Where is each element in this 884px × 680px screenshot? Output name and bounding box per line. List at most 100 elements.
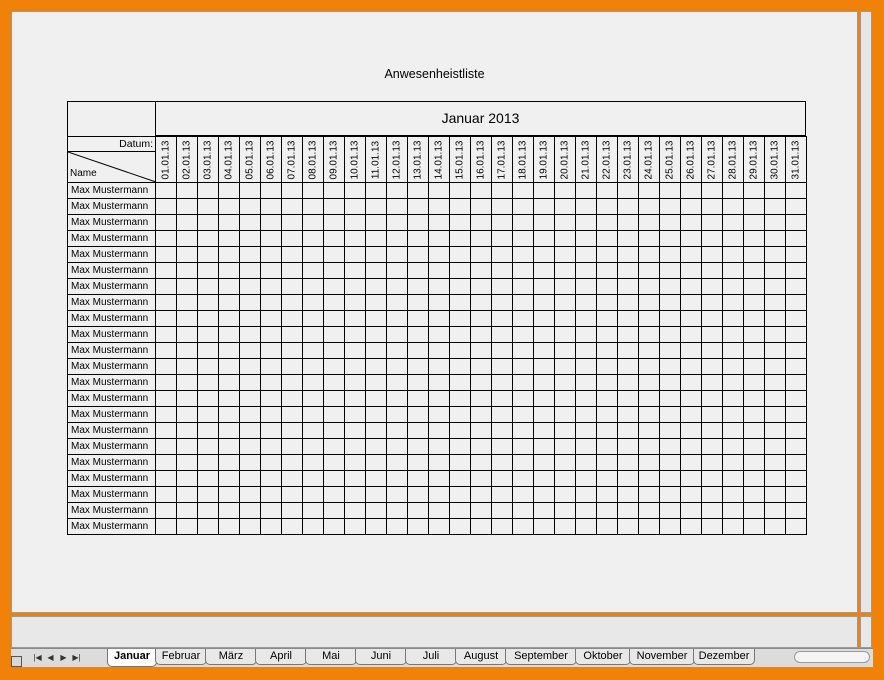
attendance-cell[interactable] bbox=[155, 471, 176, 487]
next-sheet-icon[interactable]: ▶ bbox=[57, 651, 70, 664]
attendance-cell[interactable] bbox=[386, 295, 407, 311]
attendance-cell[interactable] bbox=[365, 183, 386, 199]
attendance-cell[interactable] bbox=[344, 215, 365, 231]
sheet-tab-6[interactable]: Juli bbox=[405, 649, 457, 665]
attendance-cell[interactable] bbox=[554, 487, 575, 503]
attendance-cell[interactable] bbox=[260, 375, 281, 391]
date-header-cell[interactable]: 16.01.13 bbox=[470, 136, 491, 183]
attendance-cell[interactable] bbox=[701, 391, 722, 407]
attendance-cell[interactable] bbox=[512, 407, 533, 423]
attendance-cell[interactable] bbox=[365, 359, 386, 375]
attendance-cell[interactable] bbox=[218, 311, 239, 327]
attendance-cell[interactable] bbox=[785, 439, 806, 455]
attendance-cell[interactable] bbox=[155, 375, 176, 391]
attendance-cell[interactable] bbox=[554, 423, 575, 439]
attendance-cell[interactable] bbox=[386, 407, 407, 423]
attendance-cell[interactable] bbox=[218, 343, 239, 359]
attendance-cell[interactable] bbox=[638, 391, 659, 407]
date-header-cell[interactable]: 12.01.13 bbox=[386, 136, 407, 183]
attendance-cell[interactable] bbox=[554, 503, 575, 519]
attendance-cell[interactable] bbox=[218, 263, 239, 279]
attendance-cell[interactable] bbox=[302, 279, 323, 295]
date-header-cell[interactable]: 02.01.13 bbox=[176, 136, 197, 183]
attendance-cell[interactable] bbox=[617, 471, 638, 487]
attendance-cell[interactable] bbox=[764, 423, 785, 439]
attendance-cell[interactable] bbox=[638, 487, 659, 503]
attendance-cell[interactable] bbox=[470, 183, 491, 199]
attendance-cell[interactable] bbox=[386, 327, 407, 343]
attendance-cell[interactable] bbox=[281, 487, 302, 503]
attendance-cell[interactable] bbox=[659, 327, 680, 343]
attendance-cell[interactable] bbox=[533, 247, 554, 263]
attendance-cell[interactable] bbox=[512, 215, 533, 231]
attendance-cell[interactable] bbox=[470, 231, 491, 247]
attendance-cell[interactable] bbox=[638, 327, 659, 343]
attendance-cell[interactable] bbox=[176, 439, 197, 455]
attendance-cell[interactable] bbox=[239, 247, 260, 263]
attendance-cell[interactable] bbox=[365, 391, 386, 407]
attendance-cell[interactable] bbox=[722, 311, 743, 327]
attendance-cell[interactable] bbox=[302, 471, 323, 487]
sheet-tab-5[interactable]: Juni bbox=[355, 649, 407, 665]
attendance-cell[interactable] bbox=[407, 231, 428, 247]
attendance-cell[interactable] bbox=[449, 423, 470, 439]
attendance-cell[interactable] bbox=[659, 423, 680, 439]
attendance-cell[interactable] bbox=[176, 231, 197, 247]
attendance-cell[interactable] bbox=[344, 279, 365, 295]
attendance-cell[interactable] bbox=[743, 295, 764, 311]
attendance-cell[interactable] bbox=[155, 487, 176, 503]
attendance-cell[interactable] bbox=[218, 183, 239, 199]
attendance-cell[interactable] bbox=[365, 455, 386, 471]
attendance-cell[interactable] bbox=[470, 311, 491, 327]
date-header-cell[interactable]: 18.01.13 bbox=[512, 136, 533, 183]
attendance-cell[interactable] bbox=[680, 231, 701, 247]
attendance-cell[interactable] bbox=[197, 263, 218, 279]
attendance-cell[interactable] bbox=[197, 183, 218, 199]
attendance-cell[interactable] bbox=[197, 343, 218, 359]
sheet-tab-8[interactable]: September bbox=[505, 649, 577, 665]
attendance-cell[interactable] bbox=[302, 247, 323, 263]
attendance-cell[interactable] bbox=[722, 471, 743, 487]
attendance-cell[interactable] bbox=[701, 487, 722, 503]
attendance-cell[interactable] bbox=[722, 327, 743, 343]
attendance-cell[interactable] bbox=[533, 391, 554, 407]
attendance-cell[interactable] bbox=[323, 183, 344, 199]
attendance-cell[interactable] bbox=[428, 279, 449, 295]
date-header-cell[interactable]: 25.01.13 bbox=[659, 136, 680, 183]
attendance-cell[interactable] bbox=[323, 279, 344, 295]
attendance-cell[interactable] bbox=[764, 503, 785, 519]
attendance-cell[interactable] bbox=[155, 519, 176, 535]
attendance-cell[interactable] bbox=[302, 263, 323, 279]
attendance-cell[interactable] bbox=[554, 215, 575, 231]
attendance-cell[interactable] bbox=[197, 295, 218, 311]
attendance-cell[interactable] bbox=[428, 407, 449, 423]
attendance-cell[interactable] bbox=[428, 423, 449, 439]
attendance-cell[interactable] bbox=[155, 343, 176, 359]
attendance-cell[interactable] bbox=[344, 519, 365, 535]
attendance-cell[interactable] bbox=[302, 311, 323, 327]
attendance-cell[interactable] bbox=[785, 295, 806, 311]
attendance-cell[interactable] bbox=[281, 327, 302, 343]
attendance-cell[interactable] bbox=[155, 247, 176, 263]
attendance-cell[interactable] bbox=[407, 503, 428, 519]
attendance-cell[interactable] bbox=[596, 359, 617, 375]
attendance-cell[interactable] bbox=[575, 407, 596, 423]
attendance-cell[interactable] bbox=[743, 311, 764, 327]
attendance-cell[interactable] bbox=[680, 295, 701, 311]
attendance-cell[interactable] bbox=[680, 327, 701, 343]
attendance-cell[interactable] bbox=[176, 215, 197, 231]
attendance-cell[interactable] bbox=[197, 391, 218, 407]
attendance-cell[interactable] bbox=[176, 407, 197, 423]
attendance-cell[interactable] bbox=[323, 231, 344, 247]
attendance-cell[interactable] bbox=[533, 503, 554, 519]
attendance-cell[interactable] bbox=[365, 215, 386, 231]
attendance-cell[interactable] bbox=[428, 295, 449, 311]
attendance-cell[interactable] bbox=[638, 519, 659, 535]
attendance-cell[interactable] bbox=[533, 183, 554, 199]
attendance-cell[interactable] bbox=[428, 359, 449, 375]
attendance-cell[interactable] bbox=[617, 279, 638, 295]
attendance-cell[interactable] bbox=[239, 311, 260, 327]
attendance-cell[interactable] bbox=[218, 375, 239, 391]
attendance-cell[interactable] bbox=[785, 359, 806, 375]
date-header-cell[interactable]: 09.01.13 bbox=[323, 136, 344, 183]
